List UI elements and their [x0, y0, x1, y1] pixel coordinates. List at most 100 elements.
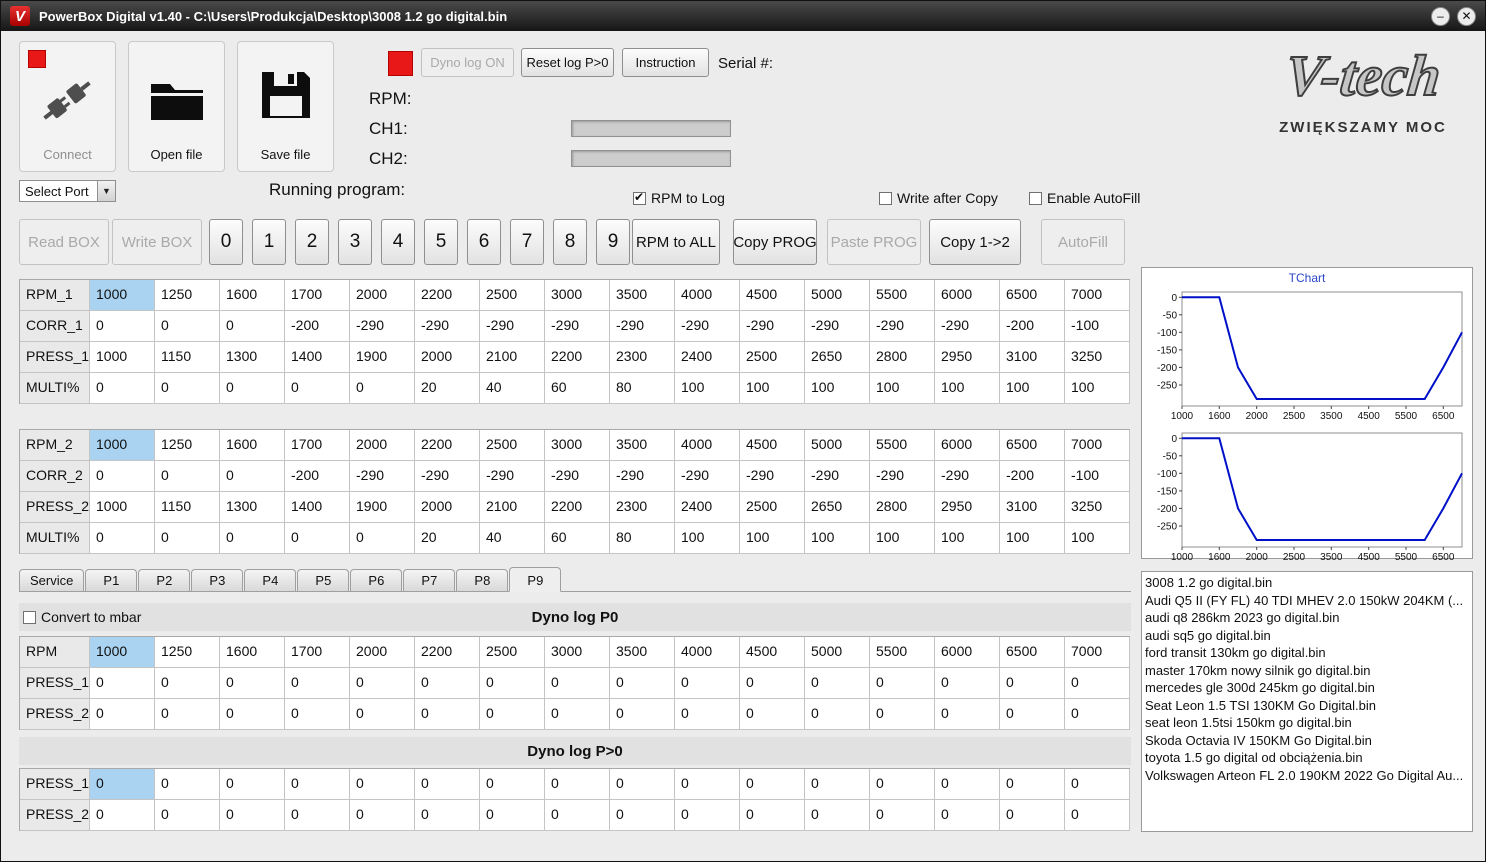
value-cell[interactable]: 1600	[220, 637, 285, 668]
value-cell[interactable]: 0	[610, 769, 675, 800]
value-cell[interactable]: 6000	[935, 430, 1000, 461]
value-cell[interactable]: -290	[805, 311, 870, 342]
value-cell[interactable]: 0	[350, 800, 415, 831]
file-item[interactable]: Audi Q5 II (FY FL) 40 TDI MHEV 2.0 150kW…	[1142, 592, 1472, 610]
digit-button-6[interactable]: 6	[467, 219, 501, 265]
value-cell[interactable]: 0	[545, 668, 610, 699]
value-cell[interactable]: 80	[610, 523, 675, 554]
value-cell[interactable]: 3500	[610, 430, 675, 461]
value-cell[interactable]: 0	[935, 668, 1000, 699]
value-cell[interactable]: 0	[350, 769, 415, 800]
value-cell[interactable]: 0	[90, 461, 155, 492]
value-cell[interactable]: 40	[480, 523, 545, 554]
value-cell[interactable]: 5500	[870, 280, 935, 311]
value-cell[interactable]: -290	[740, 311, 805, 342]
value-cell[interactable]: 0	[805, 800, 870, 831]
value-cell[interactable]: 6000	[935, 280, 1000, 311]
value-cell[interactable]: 0	[935, 699, 1000, 730]
value-cell[interactable]: 3250	[1065, 492, 1130, 523]
dyno-log-on-button[interactable]: Dyno log ON	[421, 48, 514, 77]
value-cell[interactable]: 1000	[90, 280, 155, 311]
digit-button-3[interactable]: 3	[338, 219, 372, 265]
file-item[interactable]: seat leon 1.5tsi 150km go digital.bin	[1142, 714, 1472, 732]
value-cell[interactable]: 0	[220, 523, 285, 554]
value-cell[interactable]: 0	[285, 769, 350, 800]
value-cell[interactable]: 1000	[90, 637, 155, 668]
digit-button-2[interactable]: 2	[295, 219, 329, 265]
file-item[interactable]: mercedes gle 300d 245km go digital.bin	[1142, 679, 1472, 697]
rpm-to-log-checkbox[interactable]: RPM to Log	[633, 190, 725, 206]
value-cell[interactable]: 2500	[740, 342, 805, 373]
value-cell[interactable]: 3000	[545, 637, 610, 668]
file-item[interactable]: audi q8 286km 2023 go digital.bin	[1142, 609, 1472, 627]
value-cell[interactable]: -200	[1000, 461, 1065, 492]
value-cell[interactable]: 100	[935, 523, 1000, 554]
value-cell[interactable]: 0	[740, 668, 805, 699]
value-cell[interactable]: -290	[415, 311, 480, 342]
save-file-button[interactable]: Save file	[237, 41, 334, 172]
value-cell[interactable]: 100	[1000, 373, 1065, 404]
value-cell[interactable]: 1700	[285, 637, 350, 668]
value-cell[interactable]: 0	[285, 373, 350, 404]
value-cell[interactable]: 3250	[1065, 342, 1130, 373]
value-cell[interactable]: 0	[545, 699, 610, 730]
value-cell[interactable]: 0	[350, 373, 415, 404]
value-cell[interactable]: 2300	[610, 492, 675, 523]
value-cell[interactable]: 100	[675, 523, 740, 554]
reset-log-button[interactable]: Reset log P>0	[521, 48, 614, 77]
value-cell[interactable]: 3000	[545, 430, 610, 461]
value-cell[interactable]: 0	[90, 699, 155, 730]
value-cell[interactable]: 3100	[1000, 492, 1065, 523]
value-cell[interactable]: 2000	[415, 492, 480, 523]
tab-p5[interactable]: P5	[297, 569, 350, 591]
read-box-button[interactable]: Read BOX	[19, 219, 109, 265]
value-cell[interactable]: 0	[1065, 769, 1130, 800]
copy-1-to-2-button[interactable]: Copy 1->2	[929, 219, 1021, 265]
digit-button-0[interactable]: 0	[209, 219, 243, 265]
value-cell[interactable]: 0	[1065, 800, 1130, 831]
value-cell[interactable]: 0	[545, 800, 610, 831]
value-cell[interactable]: 0	[1065, 668, 1130, 699]
value-cell[interactable]: 2950	[935, 492, 1000, 523]
value-cell[interactable]: 4500	[740, 280, 805, 311]
value-cell[interactable]: 0	[805, 668, 870, 699]
value-cell[interactable]: 0	[350, 668, 415, 699]
value-cell[interactable]: -290	[870, 461, 935, 492]
convert-to-mbar-checkbox[interactable]: Convert to mbar	[23, 609, 141, 625]
tab-p3[interactable]: P3	[191, 569, 244, 591]
value-cell[interactable]: 100	[675, 373, 740, 404]
tab-p1[interactable]: P1	[85, 569, 138, 591]
value-cell[interactable]: 0	[610, 699, 675, 730]
value-cell[interactable]: 0	[480, 800, 545, 831]
value-cell[interactable]: 0	[675, 668, 740, 699]
file-item[interactable]: Seat Leon 1.5 TSI 130KM Go Digital.bin	[1142, 697, 1472, 715]
value-cell[interactable]: 100	[740, 523, 805, 554]
value-cell[interactable]: 0	[155, 668, 220, 699]
value-cell[interactable]: 2300	[610, 342, 675, 373]
value-cell[interactable]: 100	[870, 523, 935, 554]
value-cell[interactable]: 3500	[610, 280, 675, 311]
value-cell[interactable]: 2500	[480, 637, 545, 668]
tab-p9[interactable]: P9	[509, 567, 562, 592]
value-cell[interactable]: 0	[155, 769, 220, 800]
value-cell[interactable]: 0	[90, 800, 155, 831]
copy-prog-button[interactable]: Copy PROG	[733, 219, 817, 265]
value-cell[interactable]: 100	[1065, 523, 1130, 554]
value-cell[interactable]: 5500	[870, 430, 935, 461]
value-cell[interactable]: 20	[415, 523, 480, 554]
value-cell[interactable]: 0	[220, 461, 285, 492]
value-cell[interactable]: 60	[545, 373, 610, 404]
value-cell[interactable]: 2500	[480, 280, 545, 311]
value-cell[interactable]: 0	[285, 800, 350, 831]
tab-p6[interactable]: P6	[350, 569, 403, 591]
value-cell[interactable]: 0	[90, 311, 155, 342]
value-cell[interactable]: 7000	[1065, 637, 1130, 668]
value-cell[interactable]: 0	[870, 699, 935, 730]
value-cell[interactable]: 0	[155, 699, 220, 730]
digit-button-5[interactable]: 5	[424, 219, 458, 265]
value-cell[interactable]: 0	[90, 373, 155, 404]
value-cell[interactable]: 0	[675, 769, 740, 800]
value-cell[interactable]: 0	[740, 699, 805, 730]
value-cell[interactable]: -290	[675, 461, 740, 492]
value-cell[interactable]: 2500	[480, 430, 545, 461]
